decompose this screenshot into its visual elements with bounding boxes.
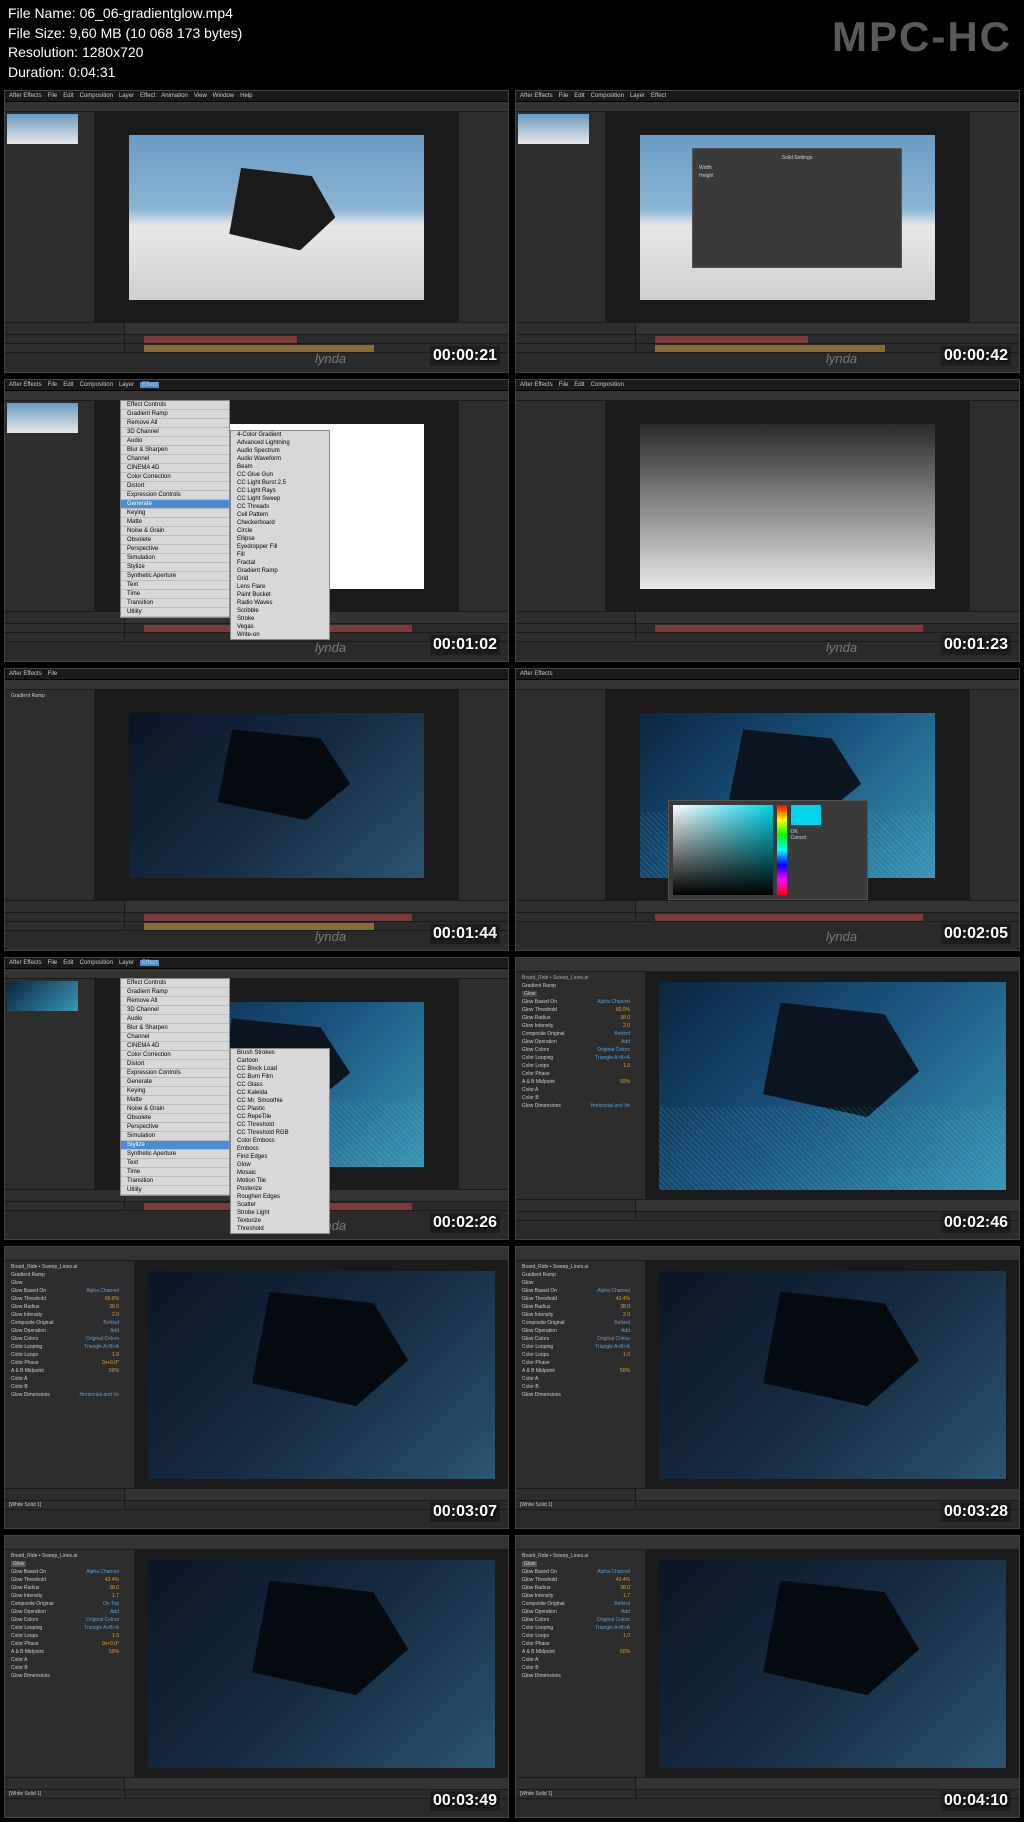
thumbnail-12[interactable]: Board_Ride • Sweep_Lines.ai Glow Glow Ba…	[515, 1535, 1020, 1818]
thumbnail-10[interactable]: Board_Ride • Sweep_Lines.ai Gradient Ram…	[515, 1246, 1020, 1529]
effect-controls-panel[interactable]: Board_Ride • Sweep_Lines.ai Gradient Ram…	[516, 972, 636, 1112]
thumbnail-6[interactable]: After Effects OK Cancel lynda 00:02:05	[515, 668, 1020, 951]
thumbnail-11[interactable]: Board_Ride • Sweep_Lines.ai Glow Glow Ba…	[4, 1535, 509, 1818]
thumbnail-8[interactable]: Board_Ride • Sweep_Lines.ai Gradient Ram…	[515, 957, 1020, 1240]
color-swatch	[791, 805, 821, 825]
thumbnail-3[interactable]: After EffectsFileEditCompositionLayerEff…	[4, 379, 509, 662]
thumbnail-9[interactable]: Board_Ride • Sweep_Lines.ai Gradient Ram…	[4, 1246, 509, 1529]
thumbnail-grid: After EffectsFileEditCompositionLayerEff…	[0, 86, 1024, 1822]
thumbnail-2[interactable]: After EffectsFileEditCompositionLayerEff…	[515, 90, 1020, 373]
timestamp: 00:00:21	[430, 346, 500, 366]
color-field[interactable]	[673, 805, 773, 895]
generate-submenu[interactable]: 4-Color Gradient Advanced Lightning Audi…	[230, 430, 330, 640]
thumbnail-7[interactable]: After EffectsFileEditCompositionLayerEff…	[4, 957, 509, 1240]
thumbnail-1[interactable]: After EffectsFileEditCompositionLayerEff…	[4, 90, 509, 373]
thumbnail-5[interactable]: After EffectsFile Gradient Ramp lynda 00…	[4, 668, 509, 951]
stylize-submenu[interactable]: Brush Strokes Cartoon CC Block Load CC B…	[230, 1048, 330, 1234]
effect-menu[interactable]: Effect Controls Gradient Ramp Remove All…	[120, 400, 230, 618]
effect-menu-stylize[interactable]: Effect Controls Gradient Ramp Remove All…	[120, 978, 230, 1196]
file-info-header: File Name: 06_06-gradientglow.mp4 File S…	[0, 0, 1024, 86]
color-picker-dialog[interactable]: OK Cancel	[668, 800, 868, 900]
menubar[interactable]: After EffectsFileEditCompositionLayerEff…	[5, 91, 508, 102]
hue-slider[interactable]	[777, 805, 787, 895]
solid-settings-dialog[interactable]: Solid Settings Width Height	[692, 148, 902, 268]
mpc-watermark: MPC-HC	[832, 8, 1012, 67]
thumbnail-4[interactable]: After EffectsFileEditComposition lynda 0…	[515, 379, 1020, 662]
